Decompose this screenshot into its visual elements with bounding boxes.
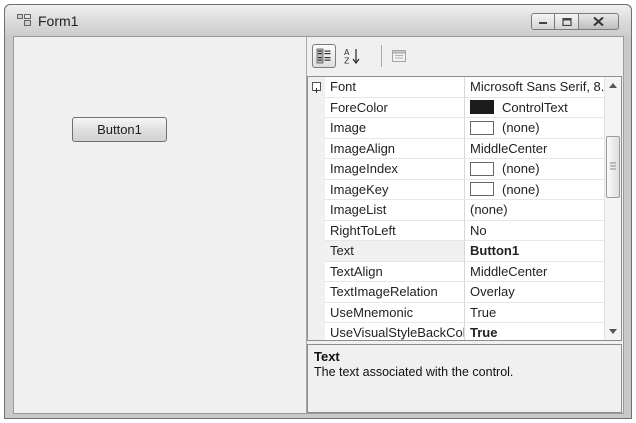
property-value[interactable]: True	[465, 323, 604, 340]
property-name: ImageIndex	[325, 159, 465, 180]
property-value[interactable]: (none)	[465, 118, 604, 139]
property-name: ImageKey	[325, 179, 465, 200]
image-swatch	[470, 161, 494, 176]
row-gutter	[308, 302, 325, 323]
minimize-button[interactable]	[531, 13, 555, 30]
property-value[interactable]: Microsoft Sans Serif, 8.25pt	[465, 77, 604, 98]
property-value[interactable]: MiddleCenter	[465, 139, 604, 159]
row-gutter	[308, 241, 325, 262]
property-row-usemnemonic[interactable]: UseMnemonic True	[308, 302, 604, 323]
form-client-area: Button1 A Z Font Microsoft Sans Serif, 8…	[13, 36, 624, 414]
window-controls	[531, 13, 619, 31]
maximize-button[interactable]	[555, 13, 579, 30]
expand-icon[interactable]	[312, 82, 321, 93]
property-name: Image	[325, 118, 465, 139]
property-value[interactable]: ControlText	[465, 98, 604, 118]
property-name: UseVisualStyleBackColor	[325, 323, 465, 340]
form-window-icon	[17, 14, 31, 26]
row-gutter	[308, 282, 325, 303]
property-value-text: (none)	[502, 120, 540, 135]
description-title: Text	[314, 349, 340, 364]
alphabetical-sort-icon: A Z	[344, 48, 360, 66]
property-value[interactable]: True	[465, 303, 604, 323]
property-name: UseMnemonic	[325, 302, 465, 323]
property-value[interactable]: (none)	[465, 159, 604, 180]
property-name: ForeColor	[325, 97, 465, 118]
row-gutter	[308, 200, 325, 221]
image-swatch	[470, 120, 494, 135]
property-value[interactable]: (none)	[465, 200, 604, 221]
row-gutter	[308, 323, 325, 340]
button1[interactable]: Button1	[72, 117, 167, 142]
color-swatch	[470, 100, 494, 115]
property-value-text: ControlText	[502, 99, 568, 115]
toolbar-separator	[381, 45, 382, 67]
property-grid-table: Font Microsoft Sans Serif, 8.25pt ForeCo…	[307, 76, 622, 341]
scrollbar-thumb[interactable]	[606, 136, 620, 198]
vertical-scrollbar[interactable]	[604, 77, 621, 340]
property-name: ImageList	[325, 200, 465, 221]
property-value-text: (none)	[502, 181, 540, 197]
scroll-down-icon	[609, 329, 617, 334]
row-gutter	[308, 220, 325, 241]
row-gutter	[308, 118, 325, 139]
property-value[interactable]: Button1	[465, 241, 604, 262]
property-row-image[interactable]: Image (none)	[308, 118, 604, 139]
close-icon	[593, 17, 604, 26]
property-grid: A Z Font Microsoft Sans Serif, 8 ForeCol…	[306, 37, 624, 413]
categorized-icon	[316, 48, 331, 64]
property-value[interactable]: No	[465, 221, 604, 241]
window-title: Form1	[38, 13, 79, 29]
property-row-text[interactable]: Text Button1	[308, 241, 604, 262]
scroll-up-button[interactable]	[605, 77, 621, 94]
property-name: TextAlign	[325, 261, 465, 282]
form-window: Form1 Button1 A Z Font Microsoft Sans Se…	[4, 4, 632, 419]
property-name: TextImageRelation	[325, 282, 465, 303]
property-pages-icon	[392, 50, 406, 62]
property-row-imagekey[interactable]: ImageKey (none)	[308, 179, 604, 200]
row-gutter	[308, 138, 325, 159]
property-value[interactable]: MiddleCenter	[465, 262, 604, 282]
property-value-text: (none)	[502, 161, 540, 176]
property-pages-button[interactable]	[387, 44, 411, 68]
row-gutter	[308, 97, 325, 118]
title-bar[interactable]: Form1	[5, 5, 631, 36]
property-row-textimagerelation[interactable]: TextImageRelation Overlay	[308, 282, 604, 303]
property-name: RightToLeft	[325, 220, 465, 241]
alphabetical-button[interactable]: A Z	[340, 44, 364, 68]
close-button[interactable]	[579, 13, 619, 30]
property-row-forecolor[interactable]: ForeColor ControlText	[308, 97, 604, 118]
property-row-font[interactable]: Font Microsoft Sans Serif, 8.25pt	[308, 77, 604, 98]
property-rows: Font Microsoft Sans Serif, 8.25pt ForeCo…	[308, 77, 604, 340]
property-row-textalign[interactable]: TextAlign MiddleCenter	[308, 261, 604, 282]
row-gutter	[308, 77, 325, 98]
row-gutter	[308, 179, 325, 200]
property-row-usevisualstylebackcolor[interactable]: UseVisualStyleBackColor True	[308, 323, 604, 340]
description-panel: Text The text associated with the contro…	[307, 344, 622, 413]
property-row-imagelist[interactable]: ImageList (none)	[308, 200, 604, 221]
row-gutter	[308, 261, 325, 282]
property-name: ImageAlign	[325, 138, 465, 159]
property-value[interactable]: (none)	[465, 180, 604, 200]
property-name: Font	[325, 77, 465, 98]
maximize-icon	[561, 17, 572, 26]
scroll-up-icon	[609, 83, 617, 88]
grip-icon	[610, 162, 616, 170]
property-row-imagealign[interactable]: ImageAlign MiddleCenter	[308, 138, 604, 159]
description-text: The text associated with the control.	[314, 365, 514, 379]
minimize-icon	[539, 21, 547, 24]
scroll-down-button[interactable]	[605, 323, 621, 340]
image-swatch	[470, 182, 494, 197]
property-row-imageindex[interactable]: ImageIndex (none)	[308, 159, 604, 180]
categorized-button[interactable]	[312, 44, 336, 68]
property-name: Text	[325, 241, 465, 262]
property-row-righttoleft[interactable]: RightToLeft No	[308, 220, 604, 241]
svg-text:Z: Z	[344, 57, 350, 66]
property-grid-toolbar: A Z	[307, 37, 624, 75]
row-gutter	[308, 159, 325, 180]
property-value[interactable]: Overlay	[465, 282, 604, 303]
